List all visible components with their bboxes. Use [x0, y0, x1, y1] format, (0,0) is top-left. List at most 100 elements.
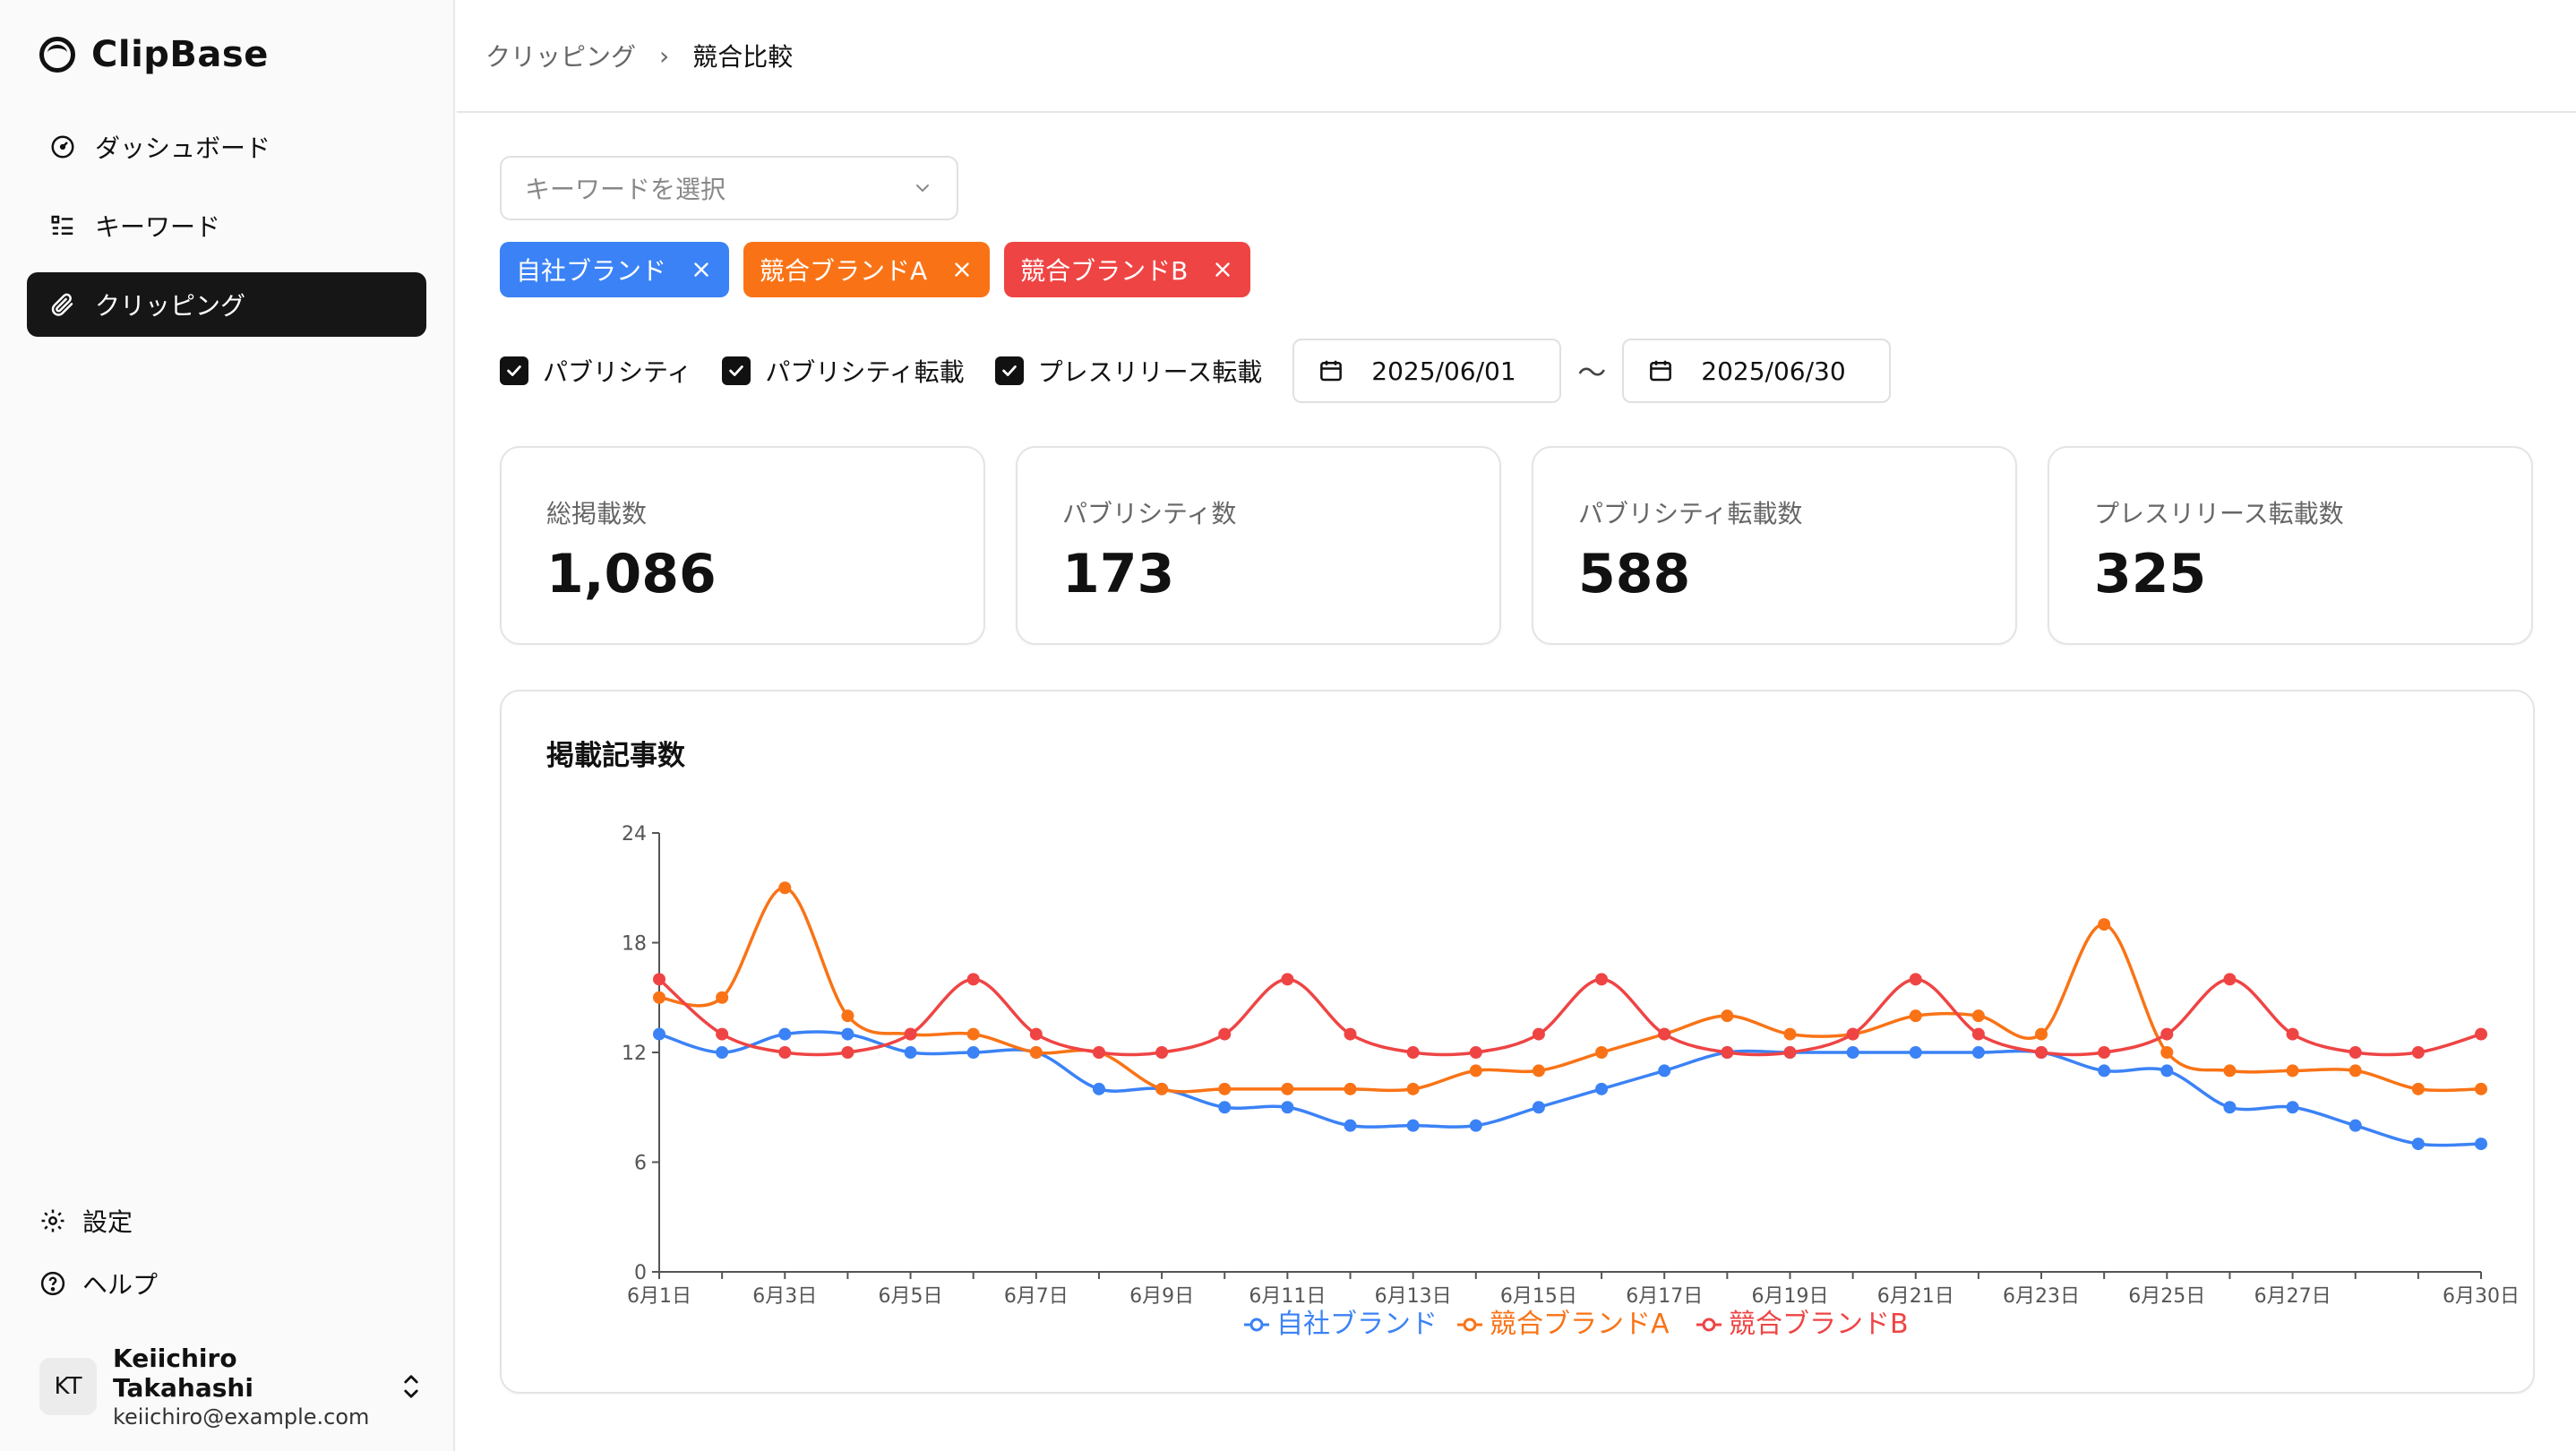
sidebar-item-label: ヘルプ	[82, 1270, 159, 1300]
date-from-picker[interactable]: 2025/06/01	[1292, 339, 1562, 403]
data-point	[1469, 1064, 1482, 1078]
sidebar-item-label: クリッピング	[95, 291, 246, 321]
user-info: Keiichiro Takahashi keiichiro@example.co…	[113, 1344, 382, 1430]
checkbox-publicity-repost[interactable]: パブリシティ転載	[722, 353, 965, 389]
help-circle-icon	[40, 1271, 65, 1296]
data-point	[1909, 1009, 1922, 1023]
data-point	[1532, 1101, 1545, 1114]
data-point	[2348, 1046, 2362, 1059]
stat-value: 1,086	[546, 543, 717, 605]
data-point	[966, 973, 980, 986]
sidebar-item-help[interactable]: ヘルプ	[39, 1259, 158, 1308]
legend-label: 競合ブランドB	[1729, 1309, 1909, 1340]
date-from-value: 2025/06/01	[1371, 356, 1516, 386]
data-point	[1092, 1082, 1105, 1095]
y-tick-label: 12	[622, 1043, 647, 1065]
x-tick-label: 6月23日	[2003, 1285, 2080, 1308]
date-to-picker[interactable]: 2025/06/30	[1622, 339, 1892, 403]
data-point	[1344, 1082, 1357, 1095]
checkbox-label: パブリシティ転載	[765, 357, 965, 387]
data-point	[778, 1027, 792, 1041]
data-point	[1029, 1046, 1043, 1059]
keyword-select[interactable]: キーワードを選択	[500, 156, 958, 220]
data-point	[1281, 1101, 1294, 1114]
app-name: ClipBase	[91, 34, 269, 75]
gear-icon	[41, 1209, 64, 1232]
sidebar-item-settings[interactable]: 設定	[39, 1197, 158, 1245]
close-icon[interactable]	[1211, 258, 1234, 281]
data-point	[1721, 1009, 1734, 1023]
x-tick-label: 6月21日	[1877, 1285, 1954, 1308]
checkbox-publicity[interactable]: パブリシティ	[500, 353, 691, 389]
date-to-value: 2025/06/30	[1701, 356, 1846, 386]
checkbox-checked-icon[interactable]	[722, 356, 751, 385]
data-point	[841, 1027, 854, 1041]
calendar-icon	[1320, 360, 1343, 382]
x-tick-label: 6月11日	[1249, 1285, 1326, 1308]
data-point	[2223, 973, 2237, 986]
sidebar: ClipBase ダッシュボード キーワード クリッピング 設定 ヘルプ KT …	[0, 0, 455, 1451]
legend-label: 競合ブランドA	[1490, 1309, 1670, 1340]
checkbox-label: プレスリリース転載	[1037, 357, 1263, 387]
stat-value: 325	[2094, 543, 2207, 605]
data-point	[2098, 1064, 2111, 1078]
series-line-3	[657, 977, 2482, 1057]
sidebar-item-label: キーワード	[95, 212, 221, 242]
sidebar-item-dashboard[interactable]: ダッシュボード	[27, 115, 426, 179]
chip-competitor-a[interactable]: 競合ブランドA	[743, 242, 991, 297]
x-tick-label: 6月3日	[752, 1285, 817, 1308]
app-logo[interactable]: ClipBase	[39, 34, 269, 75]
data-point	[2035, 1027, 2048, 1041]
user-menu[interactable]: KT Keiichiro Takahashi keiichiro@example…	[39, 1344, 425, 1430]
data-point	[1281, 973, 1294, 986]
checkbox-checked-icon[interactable]	[994, 356, 1024, 385]
stat-label: 総掲載数	[546, 499, 648, 528]
sidebar-bottom-nav: 設定 ヘルプ	[39, 1197, 158, 1322]
sidebar-nav: ダッシュボード キーワード クリッピング	[27, 115, 426, 351]
stat-card-publicity: パブリシティ数 173	[1016, 446, 1501, 645]
data-point	[1658, 1064, 1671, 1078]
checkbox-press-release-repost[interactable]: プレスリリース転載	[994, 353, 1263, 389]
chevron-up-down-icon[interactable]	[398, 1369, 425, 1404]
data-point	[1909, 1046, 1922, 1059]
data-point	[1469, 1119, 1482, 1132]
data-point	[1218, 1101, 1232, 1114]
legend-swatch-marker	[1249, 1318, 1264, 1332]
data-point	[2160, 1046, 2174, 1059]
x-tick-label: 6月13日	[1375, 1285, 1452, 1308]
app-root: ClipBase ダッシュボード キーワード クリッピング 設定 ヘルプ KT …	[0, 0, 2576, 1451]
data-point	[2475, 1138, 2487, 1151]
data-point	[1155, 1082, 1169, 1095]
data-point	[966, 1046, 980, 1059]
data-point	[2411, 1046, 2425, 1059]
breadcrumb-parent[interactable]: クリッピング	[485, 38, 636, 73]
chip-own-brand[interactable]: 自社ブランド	[500, 242, 730, 297]
stat-value: 173	[1062, 543, 1175, 605]
date-range-separator: 〜	[1577, 356, 1607, 390]
sidebar-item-keywords[interactable]: キーワード	[27, 193, 426, 258]
data-point	[2475, 1027, 2487, 1041]
list-icon	[48, 211, 77, 240]
data-point	[1218, 1027, 1232, 1041]
line-chart: 0 6 12 18 24 6月1日 6月3日 6月5日 6月7日 6月9日 6月11日 6月13日 6月…	[622, 823, 2520, 1340]
y-tick-label: 24	[622, 823, 647, 846]
x-tick-label: 6月15日	[1500, 1285, 1577, 1308]
data-point	[1532, 1027, 1545, 1041]
data-point	[2411, 1138, 2425, 1151]
data-point	[841, 1009, 854, 1023]
chip-competitor-b[interactable]: 競合ブランドB	[1004, 242, 1251, 297]
sidebar-item-clipping[interactable]: クリッピング	[27, 272, 426, 337]
x-tick-label: 6月19日	[1751, 1285, 1828, 1308]
stat-label: プレスリリース転載数	[2094, 499, 2344, 528]
chip-label: 競合ブランドA	[760, 256, 928, 286]
close-icon[interactable]	[690, 258, 713, 281]
data-point	[1218, 1082, 1232, 1095]
checkbox-checked-icon[interactable]	[500, 356, 528, 385]
x-tick-label: 6月5日	[879, 1285, 943, 1308]
data-point	[1595, 973, 1609, 986]
data-point	[716, 1027, 729, 1041]
data-point	[1344, 1119, 1357, 1132]
data-point	[716, 991, 729, 1004]
x-tick-label: 6月25日	[2128, 1285, 2205, 1308]
close-icon[interactable]	[950, 258, 974, 281]
